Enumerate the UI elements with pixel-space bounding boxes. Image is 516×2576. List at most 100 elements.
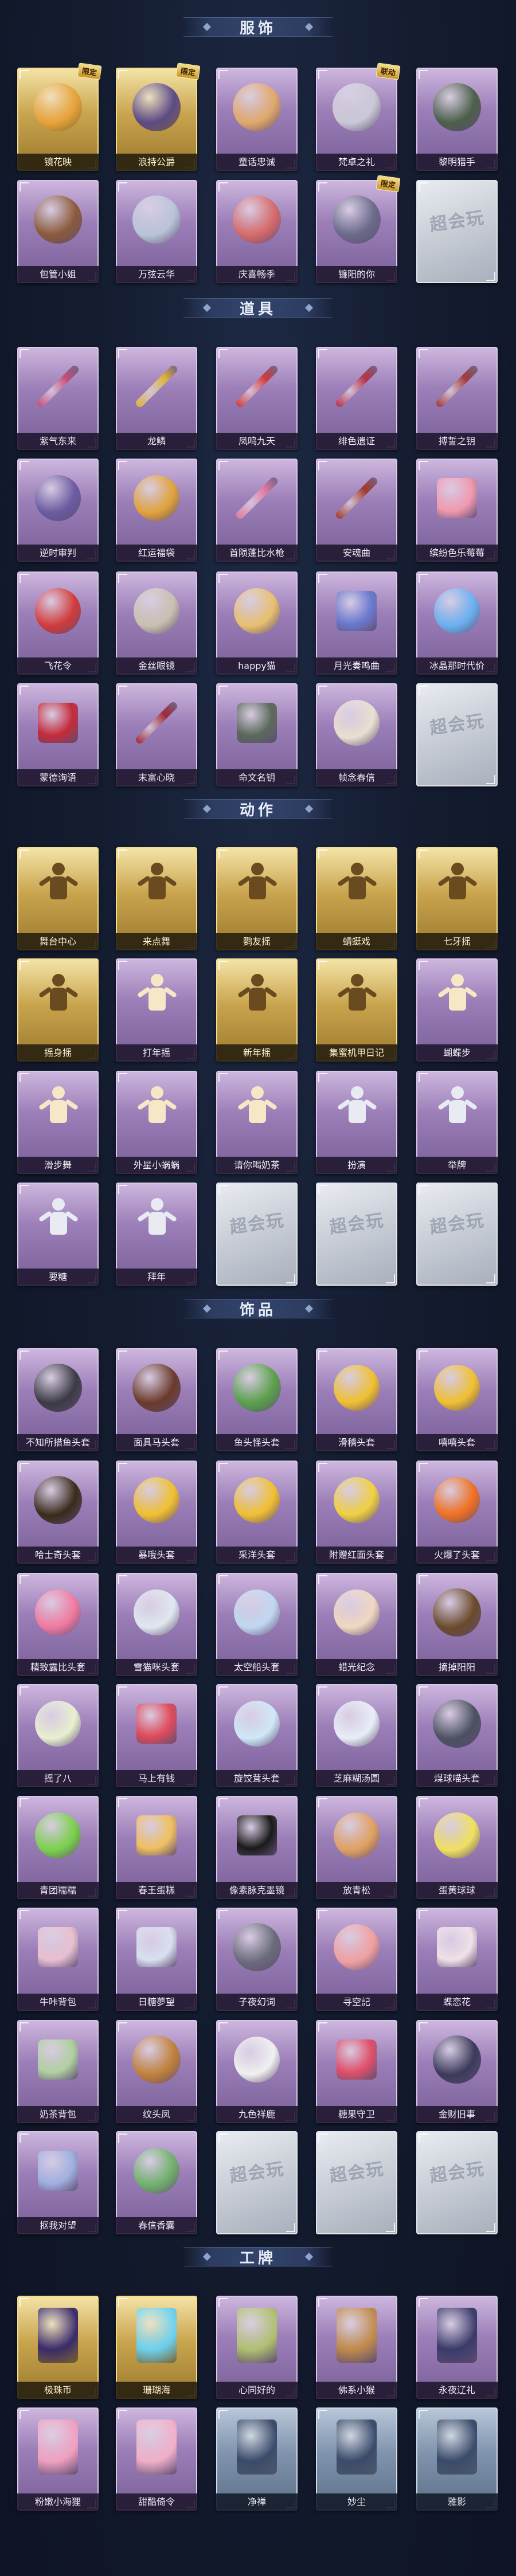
- item-card[interactable]: happy猫: [216, 571, 298, 675]
- item-card[interactable]: 青团糯糯: [17, 1796, 99, 1899]
- item-card[interactable]: 妙尘: [316, 2407, 397, 2511]
- item-card[interactable]: 鱼头怪头套: [216, 1348, 298, 1451]
- item-card[interactable]: 煤球喵头套: [416, 1684, 498, 1787]
- item-card[interactable]: 极珠币: [17, 2296, 99, 2399]
- empty-slot[interactable]: 超会玩: [216, 1183, 298, 1286]
- item-card[interactable]: 春王蛋糕: [116, 1796, 197, 1899]
- empty-slot[interactable]: 超会玩: [316, 1183, 397, 1286]
- item-card[interactable]: 蜡光纪念: [316, 1573, 397, 1676]
- item-card[interactable]: 雅影: [416, 2407, 498, 2511]
- item-card[interactable]: 蒙德询语: [17, 683, 99, 786]
- item-card[interactable]: 童话忠诚: [216, 68, 298, 171]
- item-card[interactable]: 佛系小猴: [316, 2296, 397, 2399]
- item-card[interactable]: 冰晶那时代价: [416, 571, 498, 675]
- item-card[interactable]: 扮演: [316, 1071, 397, 1174]
- item-card[interactable]: 外星小蜗蜗: [116, 1071, 197, 1174]
- item-card[interactable]: 日糖夢望: [116, 1908, 197, 2011]
- item-card[interactable]: 粉嫩小海狸: [17, 2407, 99, 2511]
- item-card[interactable]: 拜年: [116, 1183, 197, 1286]
- item-card[interactable]: 永夜辽礼: [416, 2296, 498, 2399]
- item-card[interactable]: 梵卓之礼 联动: [316, 62, 401, 171]
- empty-slot[interactable]: 超会玩: [416, 683, 498, 786]
- item-card[interactable]: 舞台中心: [17, 847, 99, 950]
- item-card[interactable]: 飞花令: [17, 571, 99, 675]
- item-card[interactable]: 打年摇: [116, 958, 197, 1062]
- item-card[interactable]: 末富心晓: [116, 683, 197, 786]
- item-card[interactable]: 采洋头套: [216, 1461, 298, 1564]
- item-card[interactable]: 安魂曲: [316, 459, 397, 562]
- item-card[interactable]: 要糖: [17, 1183, 99, 1286]
- item-card[interactable]: 滑步舞: [17, 1071, 99, 1174]
- item-card[interactable]: 七牙摇: [416, 847, 498, 950]
- item-card[interactable]: 放青松: [316, 1796, 397, 1899]
- item-card[interactable]: 万弦云华: [116, 180, 197, 283]
- item-card[interactable]: 逆时审判: [17, 459, 99, 562]
- item-card[interactable]: 附赠红面头套: [316, 1461, 397, 1564]
- item-card[interactable]: 请你喝奶茶: [216, 1071, 298, 1174]
- item-card[interactable]: 精致露比头套: [17, 1573, 99, 1676]
- item-card[interactable]: 芝麻糊汤圆: [316, 1684, 397, 1787]
- item-card[interactable]: 抠我对望: [17, 2131, 99, 2234]
- item-card[interactable]: 集蜜机甲日记: [316, 958, 397, 1062]
- empty-slot[interactable]: 超会玩: [316, 2131, 397, 2234]
- item-card[interactable]: 暴哦头套: [116, 1461, 197, 1564]
- item-card[interactable]: 牛咔背包: [17, 1908, 99, 2011]
- empty-slot[interactable]: 超会玩: [416, 2131, 498, 2234]
- item-card[interactable]: 马上有钱: [116, 1684, 197, 1787]
- item-card[interactable]: 哈士奇头套: [17, 1461, 99, 1564]
- item-card[interactable]: 不知所措鱼头套: [17, 1348, 99, 1451]
- item-card[interactable]: 紫气东来: [17, 347, 99, 450]
- item-card[interactable]: 嘻嘻头套: [416, 1348, 498, 1451]
- item-card[interactable]: 寻空記: [316, 1908, 397, 2011]
- item-card[interactable]: 太空船头套: [216, 1573, 298, 1676]
- item-card[interactable]: 蝶恋花: [416, 1908, 498, 2011]
- empty-slot[interactable]: 超会玩: [416, 180, 498, 283]
- item-card[interactable]: 蛋黄球球: [416, 1796, 498, 1899]
- item-card[interactable]: 命文名钥: [216, 683, 298, 786]
- item-card[interactable]: 蝴蝶步: [416, 958, 498, 1062]
- item-card[interactable]: 红运福袋: [116, 459, 197, 562]
- item-card[interactable]: 净禅: [216, 2407, 298, 2511]
- item-card[interactable]: 缤纷色乐莓莓: [416, 459, 498, 562]
- item-card[interactable]: 旋饺茸头套: [216, 1684, 298, 1787]
- item-card[interactable]: 绯色遗证: [316, 347, 397, 450]
- item-card[interactable]: 包管小姐: [17, 180, 99, 283]
- item-card[interactable]: 纹头凤: [116, 2020, 197, 2123]
- item-card[interactable]: 火爆了头套: [416, 1461, 498, 1564]
- item-card[interactable]: 摘掉阳阳: [416, 1573, 498, 1676]
- item-card[interactable]: 蜻蜓戏: [316, 847, 397, 950]
- item-card[interactable]: 春信香囊: [116, 2131, 197, 2234]
- item-card[interactable]: 心同好的: [216, 2296, 298, 2399]
- item-card[interactable]: 珊瑚海: [116, 2296, 197, 2399]
- item-card[interactable]: 面具马头套: [116, 1348, 197, 1451]
- empty-slot[interactable]: 超会玩: [416, 1183, 498, 1286]
- item-card[interactable]: 金丝眼镜: [116, 571, 197, 675]
- item-card[interactable]: 月光奏鸣曲: [316, 571, 397, 675]
- item-card[interactable]: 鹦友摇: [216, 847, 298, 950]
- item-card[interactable]: 来点舞: [116, 847, 197, 950]
- empty-slot[interactable]: 超会玩: [216, 2131, 298, 2234]
- item-card[interactable]: 首陨蓬比水枪: [216, 459, 298, 562]
- item-card[interactable]: 甜酷倚令: [116, 2407, 197, 2511]
- item-card[interactable]: 像素脉克墨镜: [216, 1796, 298, 1899]
- item-card[interactable]: 奶茶背包: [17, 2020, 99, 2123]
- item-card[interactable]: 举牌: [416, 1071, 498, 1174]
- item-card[interactable]: 浪持公爵 限定: [116, 62, 201, 171]
- item-card[interactable]: 糖果守卫: [316, 2020, 397, 2123]
- item-card[interactable]: 新年摇: [216, 958, 298, 1062]
- item-card[interactable]: 帧念春信: [316, 683, 397, 786]
- item-card[interactable]: 雪猫咪头套: [116, 1573, 197, 1676]
- item-card[interactable]: 搏誓之钥: [416, 347, 498, 450]
- item-card[interactable]: 滑稽头套: [316, 1348, 397, 1451]
- item-card[interactable]: 摇了八: [17, 1684, 99, 1787]
- item-card[interactable]: 金财旧事: [416, 2020, 498, 2123]
- item-card[interactable]: 庆喜畅季: [216, 180, 298, 283]
- item-card[interactable]: 摇身摇: [17, 958, 99, 1062]
- item-card[interactable]: 九色祥鹿: [216, 2020, 298, 2123]
- item-card[interactable]: 龙鳞: [116, 347, 197, 450]
- item-card[interactable]: 黎明猎手: [416, 68, 498, 171]
- item-card[interactable]: 凤鸣九天: [216, 347, 298, 450]
- item-card[interactable]: 子夜幻词: [216, 1908, 298, 2011]
- item-card[interactable]: 镰阳的你 限定: [316, 175, 401, 283]
- item-card[interactable]: 镜花映 限定: [17, 62, 102, 171]
